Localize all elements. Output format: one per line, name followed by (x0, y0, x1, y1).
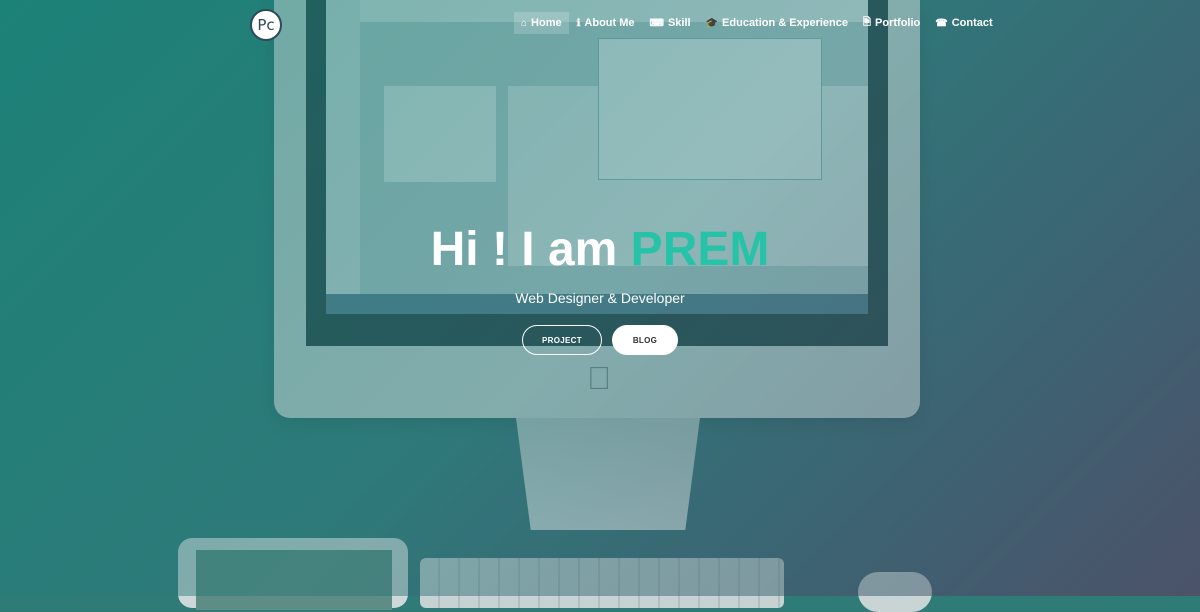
document-icon: 🗎 (862, 16, 872, 28)
nav-item-label: Skill (667, 17, 691, 29)
phone-icon: ☎ (935, 17, 948, 29)
main-nav: ⌂ Home ℹ About Me ⌨ Skill 🎓 Education & … (514, 12, 1001, 34)
nav-item-label: Contact (951, 17, 993, 29)
nav-item-portfolio[interactable]: 🗎 Portfolio (856, 12, 927, 34)
keyboard-icon: ⌨ (649, 17, 664, 29)
blog-button[interactable]: BLOG (612, 325, 678, 355)
info-icon: ℹ (576, 17, 581, 29)
site-logo[interactable]: Pc (250, 9, 282, 41)
graduation-cap-icon: 🎓 (705, 17, 719, 29)
nav-item-contact[interactable]: ☎ Contact (928, 12, 999, 34)
nav-item-home[interactable]: ⌂ Home (514, 12, 569, 34)
hero-title-name: PREM (630, 223, 770, 276)
nav-item-label: Education & Experience (722, 17, 848, 29)
hero-title-prefix: Hi ! I am (430, 223, 618, 276)
nav-item-label: Home (531, 17, 562, 29)
nav-item-about[interactable]: ℹ About Me (570, 12, 642, 34)
hero-subtitle: Web Designer & Developer (515, 290, 685, 306)
nav-item-label: Portfolio (875, 17, 921, 29)
hero-title: Hi ! I am PREM (0, 222, 1200, 278)
home-icon: ⌂ (521, 17, 528, 29)
project-button[interactable]: PROJECT (522, 325, 602, 355)
nav-item-skill[interactable]: ⌨ Skill (643, 12, 698, 34)
logo-text: Pc (257, 16, 275, 34)
nav-item-education[interactable]: 🎓 Education & Experience (699, 12, 855, 34)
nav-item-label: About Me (584, 17, 635, 29)
